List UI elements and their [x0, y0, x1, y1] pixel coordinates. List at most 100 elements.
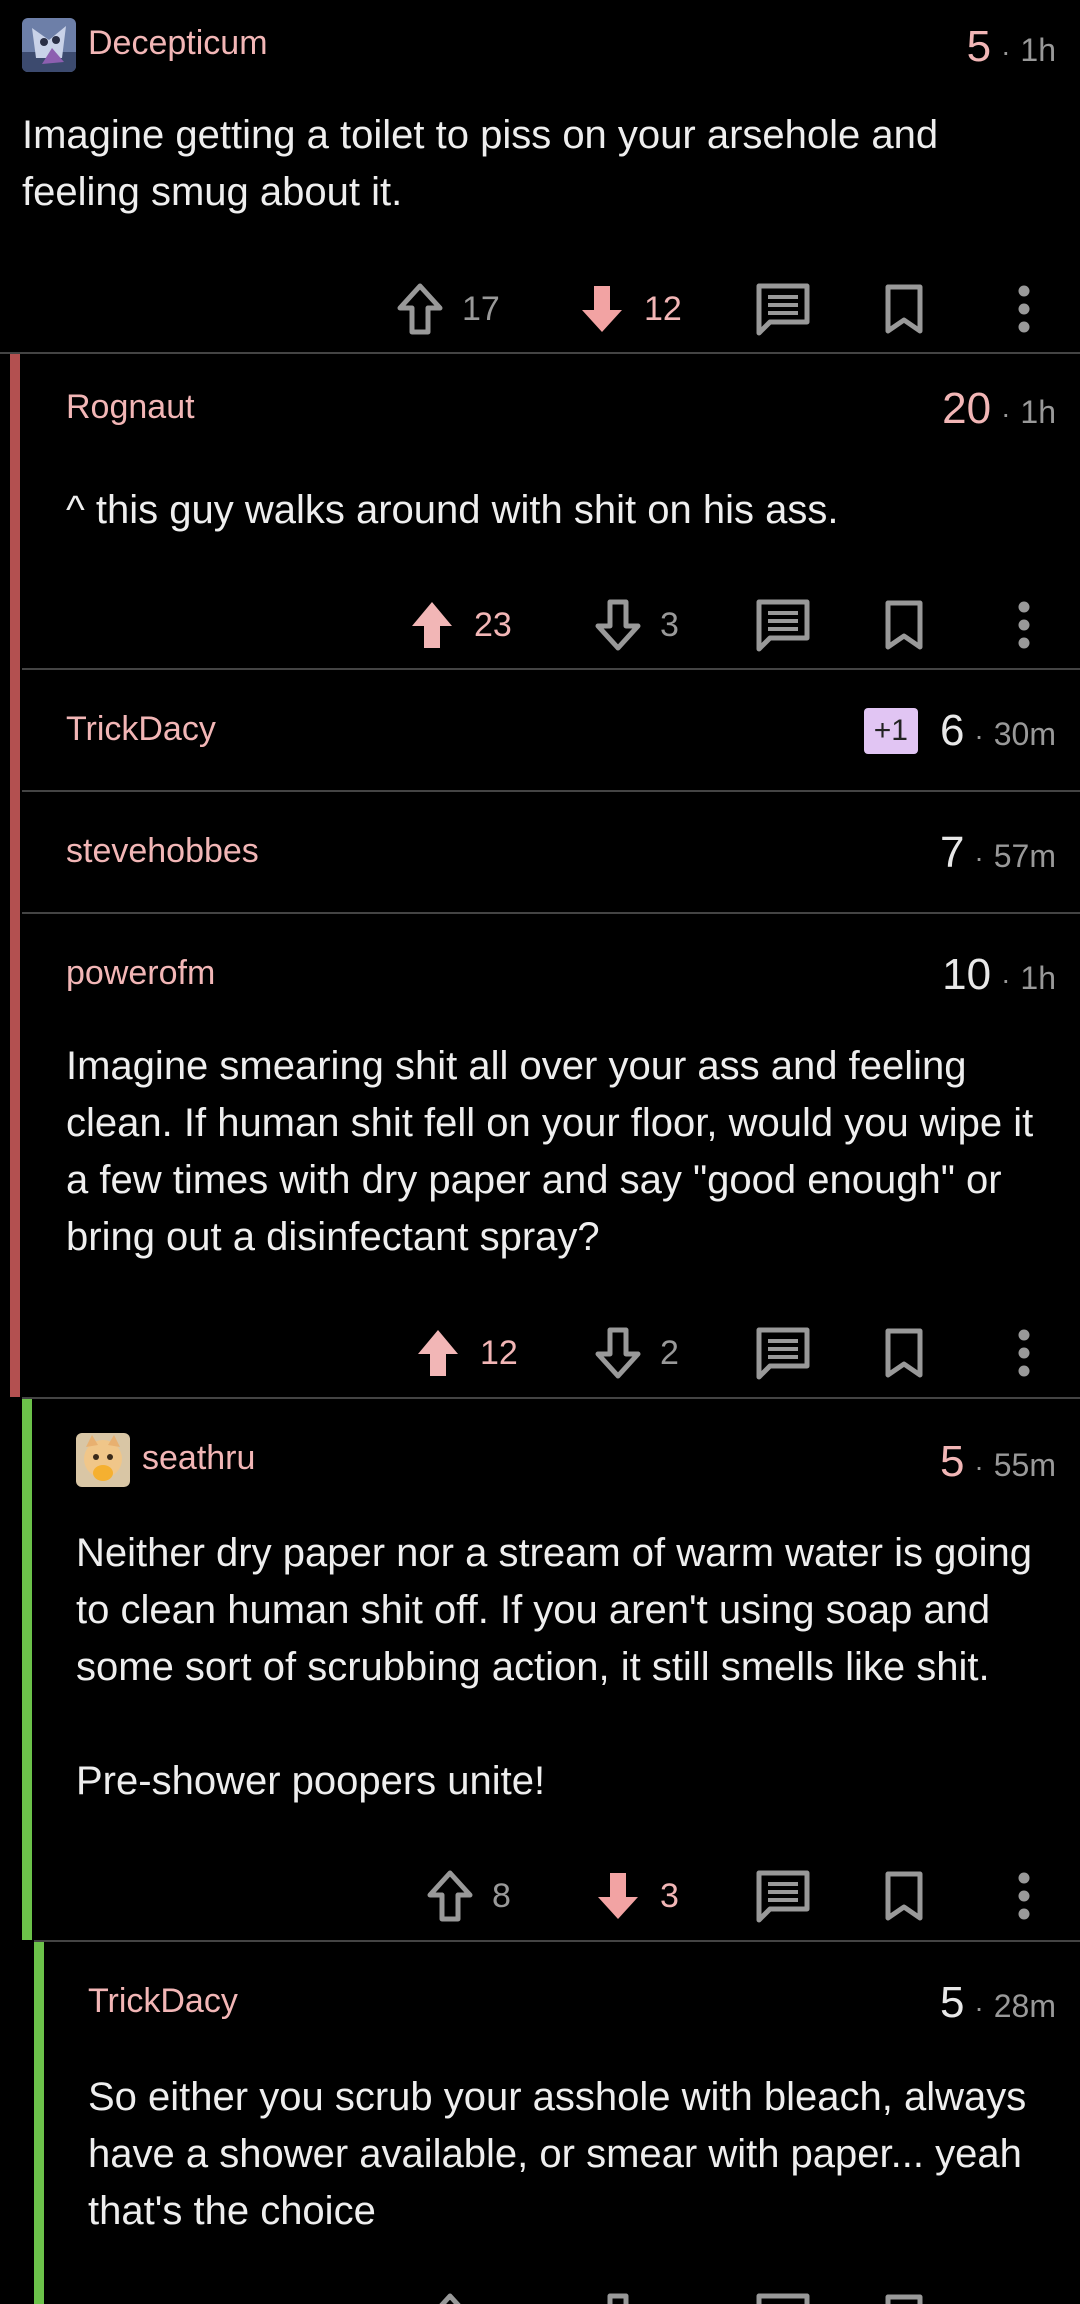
username[interactable]: Rognaut	[66, 388, 195, 427]
comment-actions: 23 3	[22, 590, 1080, 660]
arrow-up-icon	[396, 282, 444, 336]
save-button[interactable]	[883, 274, 925, 344]
reply-button[interactable]	[754, 274, 812, 344]
comment-trickdacy-collapsed[interactable]: TrickDacy +1 6 · 30m	[22, 670, 1080, 792]
comment-rognaut: Rognaut 20 · 1h ^ this guy walks around …	[22, 354, 1080, 670]
bookmark-icon	[883, 598, 925, 652]
username[interactable]: Decepticum	[88, 24, 268, 63]
avatar[interactable]	[22, 18, 76, 72]
upvote-button[interactable]: 8	[426, 1861, 511, 1931]
bookmark-icon	[883, 1869, 925, 1923]
reply-icon	[754, 597, 812, 653]
comment-meta: 5 · 1h	[967, 22, 1056, 72]
comment-powerofm: powerofm 10 · 1h Imagine smearing shit a…	[22, 914, 1080, 1399]
comment-actions: 8 3	[34, 1861, 1080, 1931]
upvote-count: 23	[474, 605, 512, 644]
more-button[interactable]	[1016, 1861, 1032, 1931]
separator-dot: ·	[1001, 36, 1011, 67]
downvote-button[interactable]: 3	[594, 590, 679, 660]
reply-button[interactable]	[754, 1318, 812, 1388]
save-button[interactable]	[883, 590, 925, 660]
comment-text: Imagine smearing shit all over your ass …	[66, 1044, 1034, 1259]
comment-body: Neither dry paper nor a stream of warm w…	[76, 1525, 1056, 1810]
comment-decepticum: Decepticum 5 · 1h Imagine getting a toil…	[0, 0, 1080, 354]
more-button[interactable]	[1016, 590, 1032, 660]
comment-actions	[46, 2284, 1080, 2304]
thread-rail	[34, 1942, 44, 2304]
comment-text: So either you scrub your asshole with bl…	[88, 2075, 1027, 2233]
username[interactable]: TrickDacy	[66, 710, 216, 749]
score: 5	[939, 1437, 965, 1486]
arrow-up-icon	[426, 2292, 474, 2304]
upvote-button[interactable]	[426, 2284, 474, 2304]
downvote-count: 3	[660, 1876, 679, 1915]
comment-body: Imagine getting a toilet to piss on your…	[22, 107, 1056, 221]
upvote-button[interactable]: 12	[414, 1318, 518, 1388]
comment-text: ^ this guy walks around with shit on his…	[66, 488, 839, 532]
thread-rail	[10, 354, 20, 1397]
save-button[interactable]	[883, 1861, 925, 1931]
downvote-button[interactable]: 2	[594, 1318, 679, 1388]
reply-button[interactable]	[754, 2284, 812, 2304]
downvote-button[interactable]: 12	[578, 274, 682, 344]
downvote-button[interactable]: 3	[594, 1861, 679, 1931]
separator-dot: ·	[974, 720, 984, 751]
downvote-count: 12	[644, 289, 682, 328]
reply-button[interactable]	[754, 1861, 812, 1931]
upvote-button[interactable]: 17	[396, 274, 500, 344]
downvote-count: 3	[660, 605, 679, 644]
reply-button[interactable]	[754, 590, 812, 660]
score: 5	[966, 22, 992, 71]
username[interactable]: powerofm	[66, 954, 215, 993]
comment-header: powerofm 10 · 1h	[22, 950, 1080, 1010]
comment-meta: 5 · 28m	[940, 1978, 1056, 2028]
username[interactable]: stevehobbes	[66, 832, 259, 871]
comment-text: Neither dry paper nor a stream of warm w…	[76, 1531, 1032, 1689]
comment-header: TrickDacy +1 6 · 30m	[22, 706, 1080, 766]
upvote-count: 17	[462, 289, 500, 328]
separator-dot: ·	[1001, 964, 1011, 995]
comment-actions: 12 2	[22, 1318, 1080, 1388]
avatar[interactable]	[76, 1433, 130, 1487]
score: 10	[942, 950, 992, 999]
more-button[interactable]	[1016, 1318, 1032, 1388]
username[interactable]: seathru	[142, 1439, 255, 1478]
save-button[interactable]	[883, 1318, 925, 1388]
upvote-button[interactable]: 23	[408, 590, 512, 660]
comment-stevehobbes-collapsed[interactable]: stevehobbes 7 · 57m	[22, 792, 1080, 914]
save-button[interactable]	[883, 2284, 925, 2304]
separator-dot: ·	[974, 1992, 984, 2023]
comment-text: Pre-shower poopers unite!	[76, 1759, 546, 1803]
timestamp: 28m	[993, 1988, 1056, 2024]
bookmark-icon	[883, 2292, 925, 2304]
comment-header: stevehobbes 7 · 57m	[22, 828, 1080, 888]
comment-meta: 10 · 1h	[942, 950, 1056, 1000]
more-vertical-icon	[1016, 1328, 1032, 1378]
comment-meta: 20 · 1h	[942, 384, 1056, 434]
downvote-button[interactable]	[594, 2284, 642, 2304]
comment-header: Decepticum 5 · 1h	[0, 18, 1080, 78]
thread-rail	[22, 1399, 32, 1940]
more-button[interactable]	[1016, 274, 1032, 344]
comment-body: ^ this guy walks around with shit on his…	[66, 482, 1056, 539]
comment-text: Imagine getting a toilet to piss on your…	[22, 113, 939, 214]
reply-icon	[754, 281, 812, 337]
downvote-count: 2	[660, 1333, 679, 1372]
timestamp: 1h	[1020, 394, 1056, 430]
username[interactable]: TrickDacy	[88, 1982, 238, 2021]
comment-meta: +1 6 · 30m	[863, 706, 1056, 756]
upvote-count: 8	[492, 1876, 511, 1915]
comment-meta: 5 · 55m	[940, 1437, 1056, 1487]
separator-dot: ·	[974, 1451, 984, 1482]
comment-body: So either you scrub your asshole with bl…	[88, 2069, 1056, 2240]
bookmark-icon	[883, 1326, 925, 1380]
bookmark-icon	[883, 282, 925, 336]
comment-header: Rognaut 20 · 1h	[22, 384, 1080, 444]
timestamp: 57m	[993, 838, 1056, 874]
arrow-up-icon	[408, 598, 456, 652]
reply-icon	[754, 2291, 812, 2304]
arrow-up-icon	[414, 1326, 462, 1380]
timestamp: 1h	[1020, 960, 1056, 996]
arrow-down-icon	[594, 598, 642, 652]
comment-meta: 7 · 57m	[940, 828, 1056, 878]
